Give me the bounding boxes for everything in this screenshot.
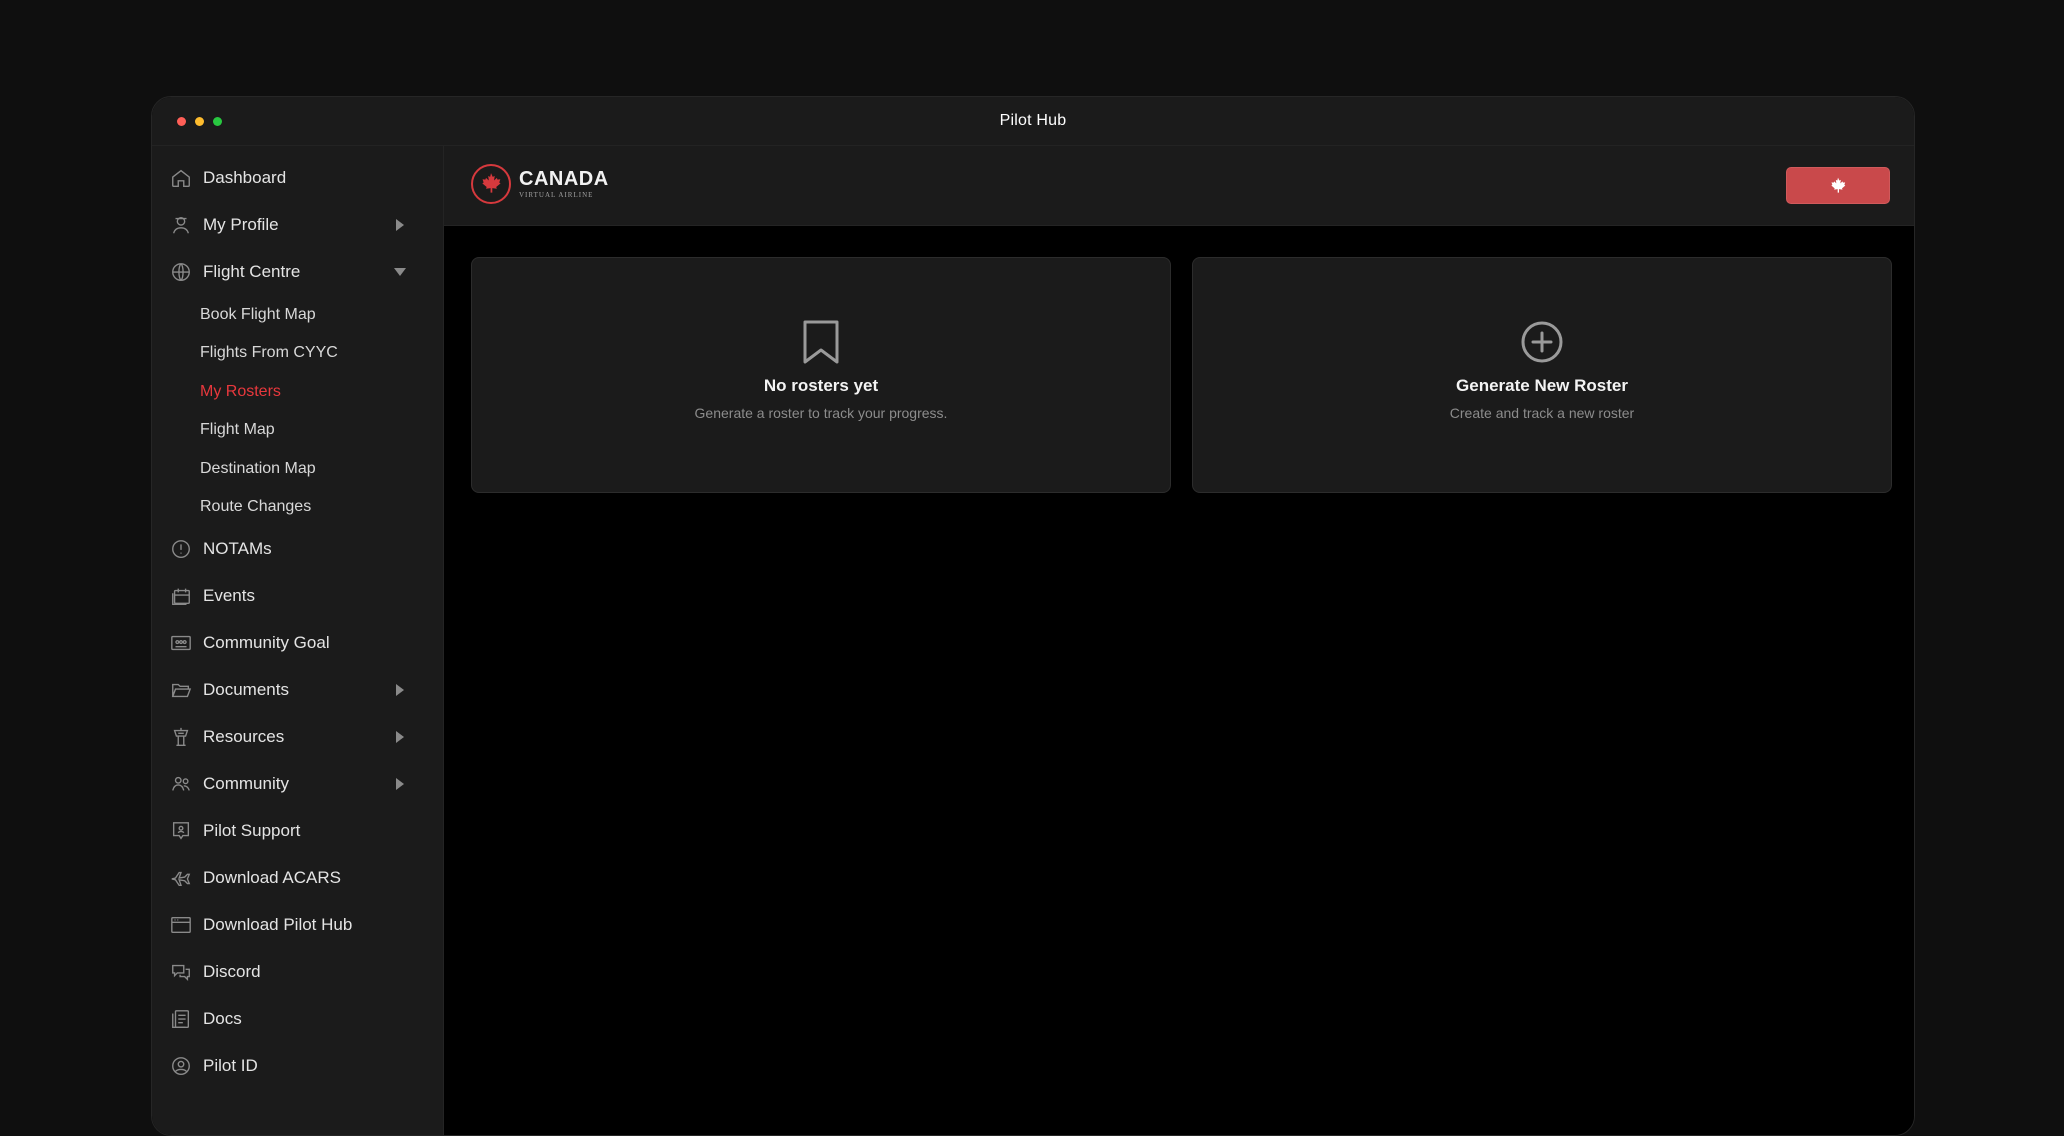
folder-open-icon bbox=[169, 678, 193, 702]
chevron-right-icon bbox=[394, 731, 406, 743]
canada-flag-button[interactable] bbox=[1786, 167, 1890, 204]
sidebar-item-label: Pilot ID bbox=[203, 1056, 258, 1075]
sidebar-item-my-profile[interactable]: My Profile bbox=[152, 205, 444, 245]
chevron-right-icon bbox=[394, 778, 406, 790]
sidebar-item-download-acars[interactable]: Download ACARS bbox=[152, 858, 444, 898]
sidebar-item-label: Pilot Support bbox=[203, 821, 301, 840]
sidebar-item-label: Events bbox=[203, 586, 255, 605]
card-subtitle: Create and track a new roster bbox=[1449, 405, 1635, 421]
close-window-button[interactable] bbox=[177, 117, 186, 126]
sidebar-subitem-destination-map[interactable]: Destination Map bbox=[200, 453, 316, 485]
sidebar-item-label: NOTAMs bbox=[203, 539, 272, 558]
maple-leaf-icon bbox=[1831, 177, 1846, 193]
airplane-icon bbox=[169, 866, 193, 890]
sidebar-item-label: Download ACARS bbox=[203, 868, 341, 887]
plus-circle-icon bbox=[1520, 320, 1564, 364]
maximize-window-button[interactable] bbox=[213, 117, 222, 126]
chevron-right-icon bbox=[394, 219, 406, 231]
sidebar-item-flight-centre[interactable]: Flight Centre bbox=[152, 252, 444, 292]
sidebar-item-label: Dashboard bbox=[203, 168, 287, 187]
main-content: CANADA VIRTUAL AIRLINE No rosters yet Ge… bbox=[444, 146, 1914, 1135]
card-title: No rosters yet bbox=[763, 376, 879, 395]
sidebar-item-documents[interactable]: Documents bbox=[152, 670, 444, 710]
home-icon bbox=[169, 166, 193, 190]
sidebar-item-discord[interactable]: Discord bbox=[152, 952, 444, 992]
sidebar-subitem-my-rosters[interactable]: My Rosters bbox=[200, 376, 281, 408]
sidebar-item-label: Docs bbox=[203, 1009, 242, 1028]
support-chat-icon bbox=[169, 819, 193, 843]
sidebar-subitem-route-changes[interactable]: Route Changes bbox=[200, 491, 311, 523]
sidebar-item-label: Flight Centre bbox=[203, 262, 301, 281]
sidebar-item-label: Documents bbox=[203, 680, 289, 699]
sidebar-item-label: My Profile bbox=[203, 215, 279, 234]
sidebar-item-label: Community Goal bbox=[203, 633, 330, 652]
chevron-down-icon bbox=[394, 266, 406, 278]
card-title: Generate New Roster bbox=[1456, 376, 1628, 395]
sidebar-subitem-book-flight-map[interactable]: Book Flight Map bbox=[200, 299, 316, 331]
group-board-icon bbox=[169, 631, 193, 655]
sidebar-item-download-pilot-hub[interactable]: Download Pilot Hub bbox=[152, 905, 444, 945]
pilot-icon bbox=[169, 213, 193, 237]
user-circle-icon bbox=[169, 1054, 193, 1078]
sidebar: Dashboard My Profile Flight Centre Book … bbox=[152, 146, 444, 1135]
sidebar-subitem-flights-from-cyyc[interactable]: Flights From CYYC bbox=[200, 337, 338, 369]
document-icon bbox=[169, 1007, 193, 1031]
sidebar-item-label: Resources bbox=[203, 727, 285, 746]
bookmark-icon bbox=[799, 320, 843, 364]
minimize-window-button[interactable] bbox=[195, 117, 204, 126]
sidebar-item-label: Community bbox=[203, 774, 289, 793]
window-controls bbox=[177, 117, 222, 126]
sidebar-subitem-flight-map[interactable]: Flight Map bbox=[200, 414, 275, 446]
app-window: Pilot Hub Dashboard My Profile Flight Ce… bbox=[151, 96, 1915, 1136]
sidebar-item-docs[interactable]: Docs bbox=[152, 999, 444, 1039]
top-bar: CANADA VIRTUAL AIRLINE bbox=[444, 146, 1914, 226]
window-title: Pilot Hub bbox=[999, 112, 1067, 129]
browser-window-icon bbox=[169, 913, 193, 937]
sidebar-item-label: Discord bbox=[203, 962, 261, 981]
logo-subtitle: VIRTUAL AIRLINE bbox=[519, 191, 594, 199]
sidebar-item-pilot-id[interactable]: Pilot ID bbox=[152, 1046, 444, 1086]
control-tower-icon bbox=[169, 725, 193, 749]
sidebar-item-community-goal[interactable]: Community Goal bbox=[152, 623, 444, 663]
sidebar-item-notams[interactable]: NOTAMs bbox=[152, 529, 444, 569]
titlebar: Pilot Hub bbox=[152, 97, 1914, 146]
maple-leaf-badge-icon bbox=[471, 164, 511, 204]
users-icon bbox=[169, 772, 193, 796]
card-subtitle: Generate a roster to track your progress… bbox=[694, 405, 948, 421]
chevron-right-icon bbox=[394, 684, 406, 696]
chat-bubbles-icon bbox=[169, 960, 193, 984]
generate-roster-card[interactable]: Generate New Roster Create and track a n… bbox=[1192, 257, 1892, 493]
no-rosters-card: No rosters yet Generate a roster to trac… bbox=[471, 257, 1171, 493]
sidebar-item-events[interactable]: Events bbox=[152, 576, 444, 616]
sidebar-item-community[interactable]: Community bbox=[152, 764, 444, 804]
calendar-icon bbox=[169, 584, 193, 608]
sidebar-item-dashboard[interactable]: Dashboard bbox=[152, 158, 444, 198]
globe-icon bbox=[169, 260, 193, 284]
airline-logo[interactable]: CANADA VIRTUAL AIRLINE bbox=[471, 164, 609, 204]
sidebar-item-resources[interactable]: Resources bbox=[152, 717, 444, 757]
alert-circle-icon bbox=[169, 537, 193, 561]
sidebar-item-pilot-support[interactable]: Pilot Support bbox=[152, 811, 444, 851]
logo-title: CANADA bbox=[519, 168, 609, 190]
sidebar-item-label: Download Pilot Hub bbox=[203, 915, 353, 934]
